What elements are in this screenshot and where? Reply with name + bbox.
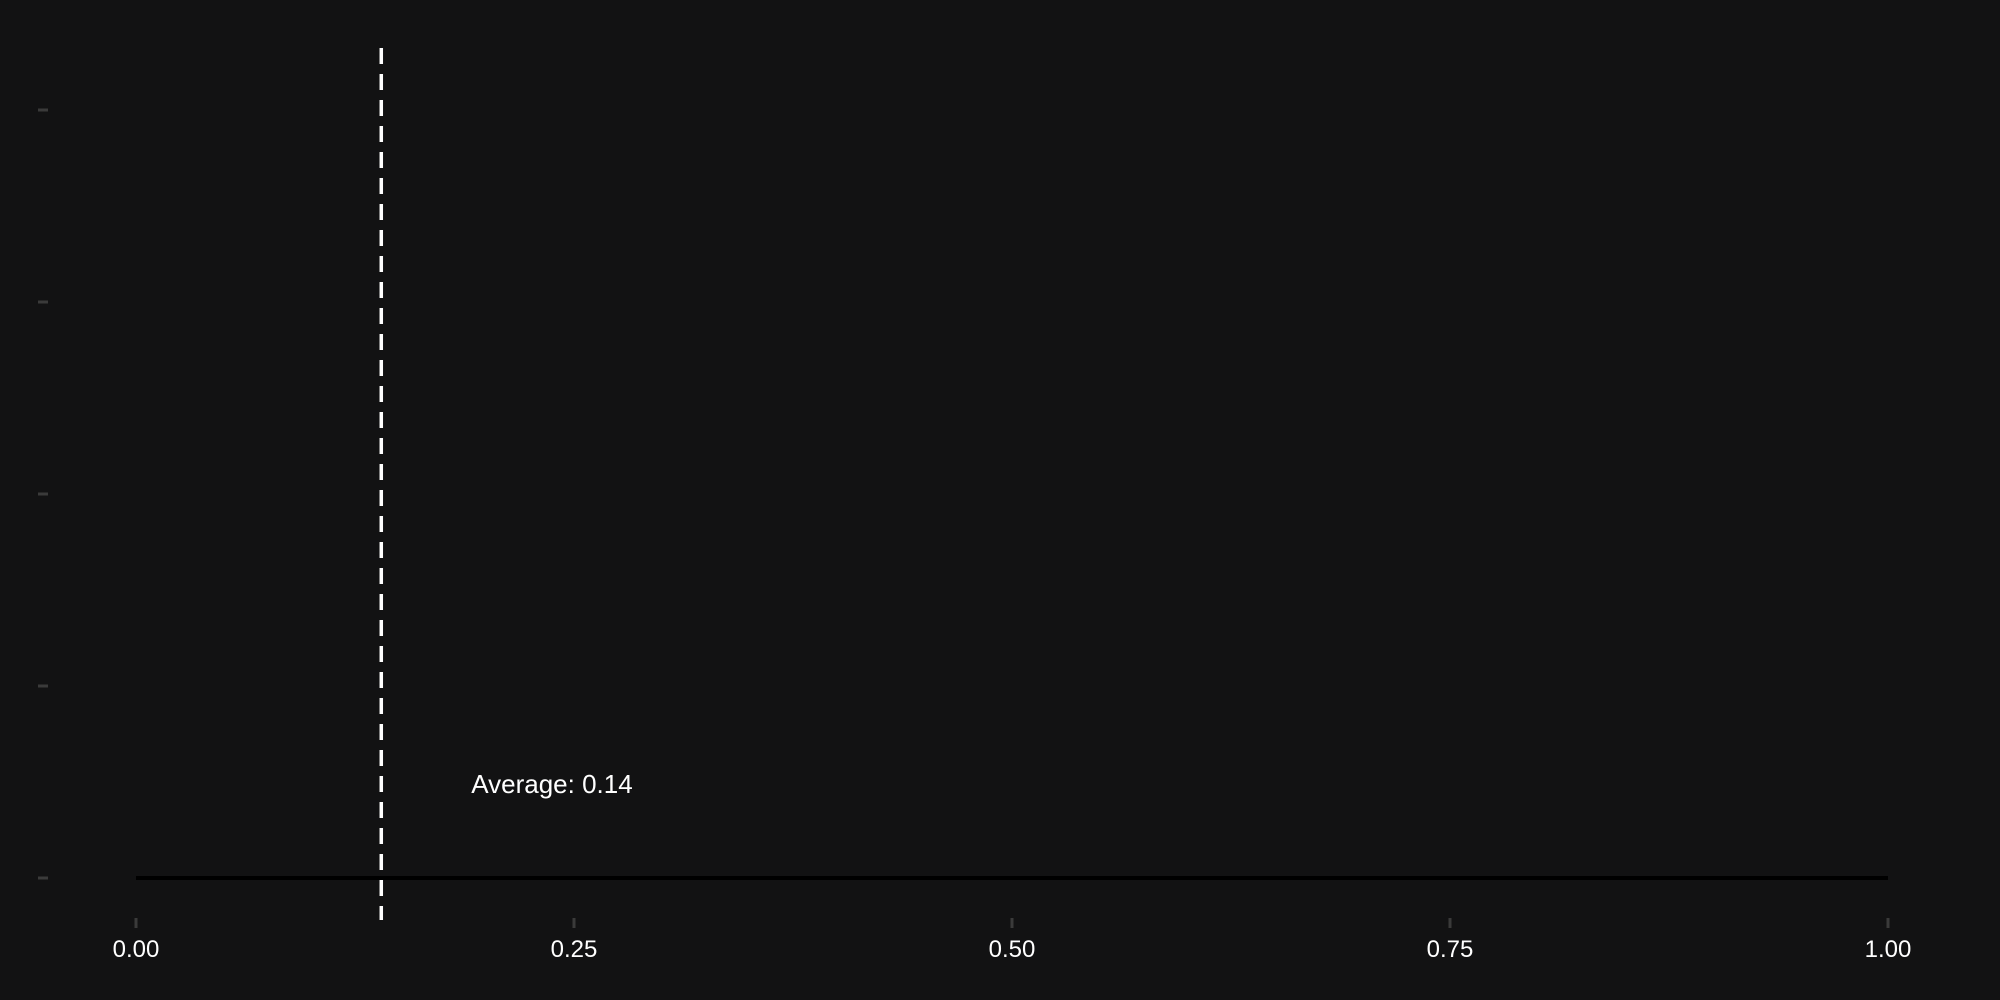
x-tick-label-3: 0.75 xyxy=(1427,936,1474,963)
x-tick-label-2: 0.50 xyxy=(989,936,1036,963)
average-annotation: Average: 0.14 xyxy=(471,769,632,799)
x-tick-label-1: 0.25 xyxy=(551,936,598,963)
x-tick-label-4: 1.00 xyxy=(1865,936,1912,963)
x-tick-label-0: 0.00 xyxy=(113,936,160,963)
x-axis-ticks: 0.00 0.25 0.50 0.75 1.00 xyxy=(113,918,1912,963)
y-axis-ticks xyxy=(38,108,48,880)
density-chart: 0.00 0.25 0.50 0.75 1.00 Average: 0.14 xyxy=(0,0,2000,1000)
chart-canvas: 0.00 0.25 0.50 0.75 1.00 Average: 0.14 xyxy=(38,48,1912,963)
